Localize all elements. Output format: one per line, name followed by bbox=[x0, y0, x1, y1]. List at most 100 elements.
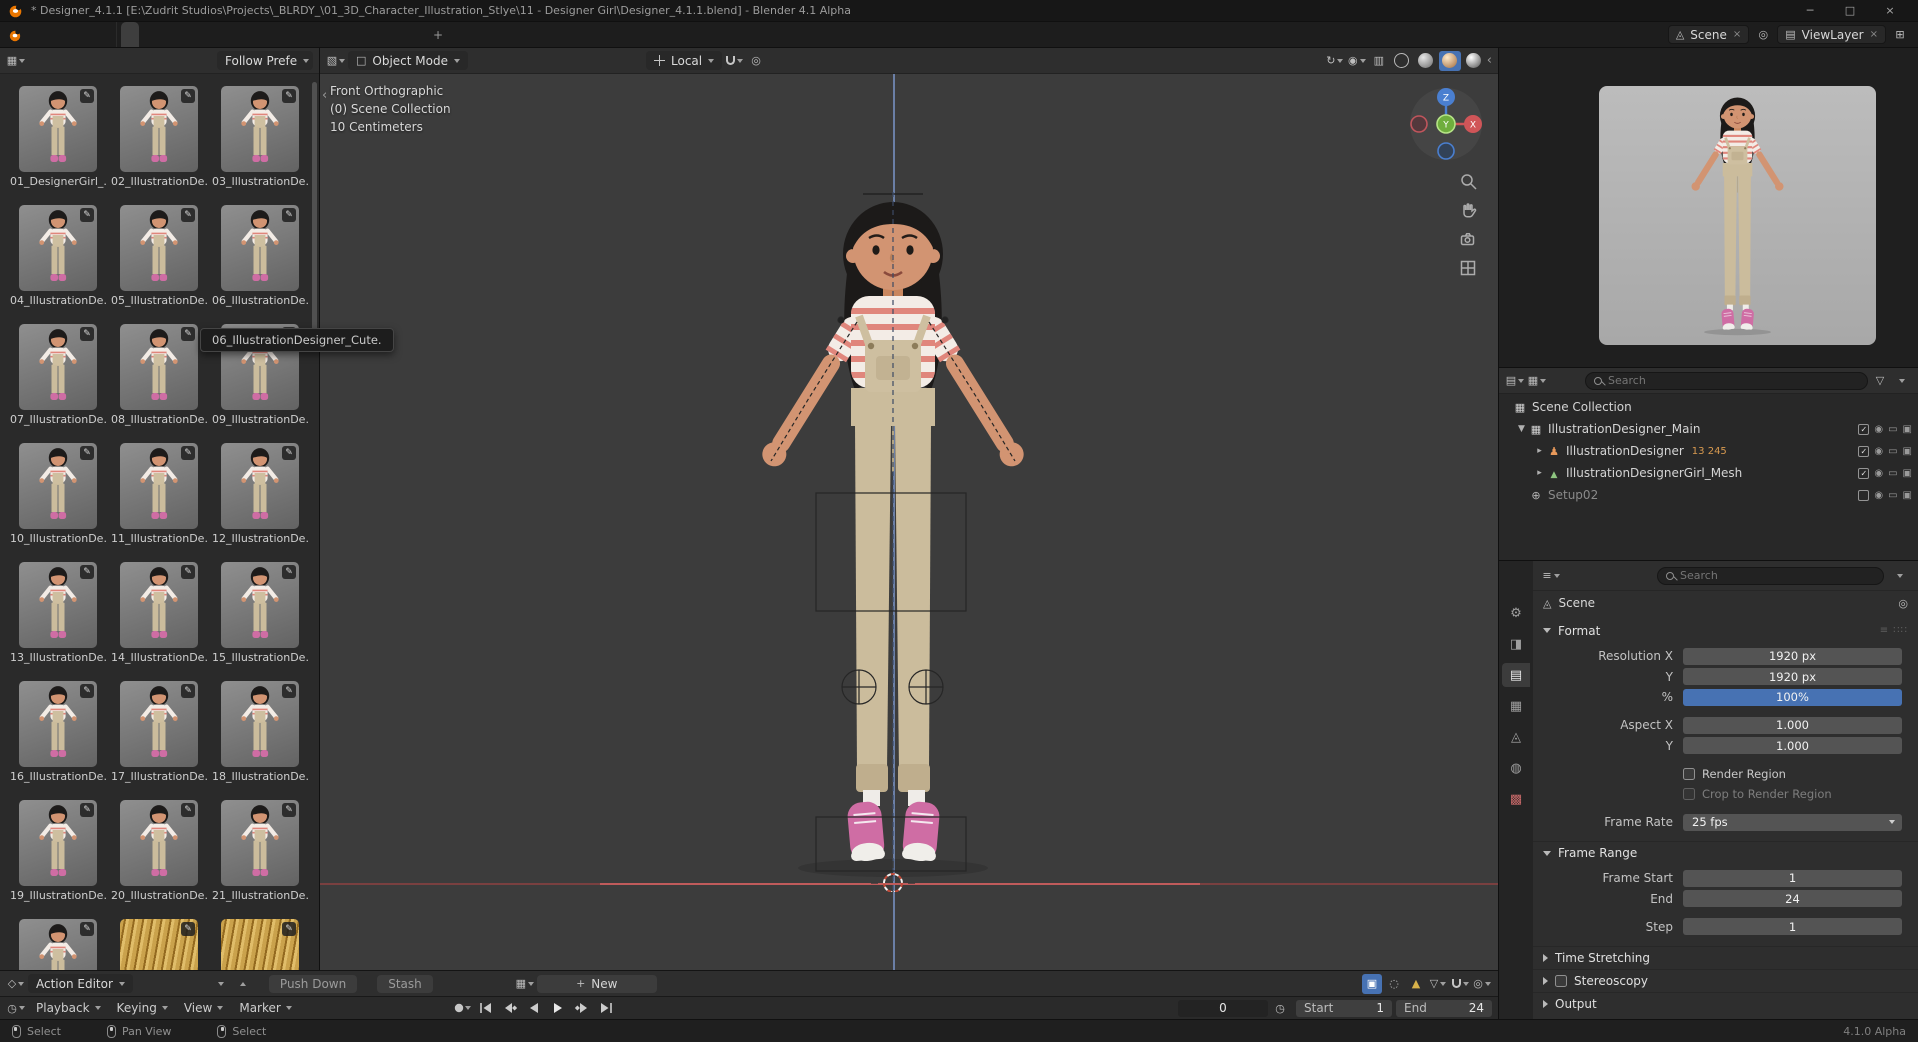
asset-scrollbar[interactable] bbox=[312, 82, 317, 332]
asset-item[interactable]: ✎ 06_IllustrationDe... bbox=[212, 205, 308, 307]
snap-dropdown[interactable] bbox=[1450, 974, 1470, 994]
properties-search[interactable] bbox=[1657, 567, 1884, 585]
asset-item[interactable]: ✎ 16_IllustrationDe... bbox=[10, 681, 106, 783]
workspace-tab[interactable] bbox=[229, 22, 247, 47]
blender-menu-button[interactable] bbox=[0, 22, 30, 47]
workspace-tab[interactable] bbox=[391, 22, 409, 47]
sidebar-toggle-icon[interactable]: ‹ bbox=[1487, 53, 1492, 68]
transform-orientation-dropdown[interactable]: Local bbox=[646, 51, 722, 70]
property-field[interactable]: 1 bbox=[1683, 870, 1902, 887]
asset-item[interactable]: ✎ 10_IllustrationDe... bbox=[10, 443, 106, 545]
asset-thumbnail[interactable]: ✎ bbox=[221, 443, 299, 529]
tab-scene[interactable]: ◬ bbox=[1502, 725, 1530, 749]
asset-thumbnail[interactable]: ✎ bbox=[120, 86, 198, 172]
filter-icon[interactable]: ▽ bbox=[1870, 371, 1890, 391]
expand-toggle-icon[interactable] bbox=[1533, 446, 1546, 456]
workspace-tab[interactable] bbox=[211, 22, 229, 47]
viewlayer-selector[interactable]: ▤ ViewLayer × bbox=[1777, 25, 1886, 44]
outliner-row[interactable]: IllustrationDesignerGirl_Mesh ◉ ▭ ▣ bbox=[1499, 462, 1918, 484]
menu-item[interactable]: Marker bbox=[231, 1001, 299, 1015]
asset-item[interactable]: ✎ 13_IllustrationDe... bbox=[10, 562, 106, 664]
shading-rendered-button[interactable] bbox=[1463, 51, 1485, 71]
menu-item[interactable] bbox=[94, 22, 110, 47]
play-button[interactable] bbox=[548, 1000, 569, 1017]
asset-item[interactable]: ✎ 12_IllustrationDe... bbox=[212, 443, 308, 545]
proportional-dropdown[interactable]: ◎ bbox=[1472, 974, 1492, 994]
proportional-editing-toggle[interactable]: ◎ bbox=[746, 51, 766, 71]
asset-thumbnail[interactable]: ✎ bbox=[120, 324, 198, 410]
show-gizmo-toggle[interactable]: ↻ bbox=[1325, 51, 1345, 71]
collapsed-section-header[interactable]: Stereoscopy bbox=[1533, 969, 1918, 992]
property-field[interactable]: 1920 px bbox=[1683, 648, 1902, 665]
asset-thumbnail[interactable]: ✎ bbox=[19, 443, 97, 529]
close-button[interactable]: × bbox=[1870, 0, 1910, 21]
asset-thumbnail[interactable]: ✎ bbox=[19, 86, 97, 172]
expand-toggle-icon[interactable] bbox=[1533, 468, 1546, 478]
asset-item[interactable]: ✎ 02_IllustrationDe... bbox=[111, 86, 207, 188]
pin-icon[interactable]: ◎ bbox=[1898, 598, 1908, 609]
frame-range-field[interactable]: Start1 bbox=[1296, 1000, 1392, 1017]
outliner-row[interactable]: IllustrationDesigner 13 245 ◉ ▭ ▣ bbox=[1499, 440, 1918, 462]
asset-thumbnail[interactable]: ✎ bbox=[120, 919, 198, 970]
property-field[interactable]: 1.000 bbox=[1683, 717, 1902, 734]
shading-material-button[interactable] bbox=[1439, 51, 1461, 71]
asset-item[interactable]: ✎ 03_IllustrationDe... bbox=[212, 86, 308, 188]
tab-tool[interactable]: ⚙ bbox=[1502, 601, 1530, 625]
menu-item[interactable] bbox=[62, 22, 78, 47]
push-down-button[interactable]: Push Down bbox=[269, 975, 357, 993]
view-axis-gizmo[interactable]: Z X Y bbox=[1408, 86, 1484, 162]
search-input[interactable] bbox=[1608, 374, 1859, 387]
remove-viewlayer-icon[interactable]: × bbox=[1870, 29, 1878, 40]
checkbox-icon[interactable] bbox=[1858, 468, 1869, 479]
current-frame-field[interactable]: 0 bbox=[1178, 1000, 1268, 1017]
play-reverse-button[interactable] bbox=[524, 1000, 545, 1017]
viewport-visibility-icon[interactable]: ▭ bbox=[1888, 446, 1897, 457]
menu-item[interactable] bbox=[46, 22, 62, 47]
workspace-tab[interactable] bbox=[139, 22, 157, 47]
import-method-dropdown[interactable]: Follow Prefe bbox=[217, 51, 313, 70]
workspace-tab[interactable] bbox=[157, 22, 175, 47]
menu-item[interactable] bbox=[78, 22, 94, 47]
toggle-grid-icon[interactable] bbox=[1459, 259, 1478, 278]
editor-type-button[interactable]: ▦ bbox=[6, 51, 26, 71]
tab-texture[interactable]: ▩ bbox=[1502, 787, 1530, 811]
next-keyframe-button[interactable] bbox=[572, 1000, 593, 1017]
asset-thumbnail[interactable]: ✎ bbox=[19, 919, 97, 970]
asset-item[interactable]: ✎ bbox=[212, 919, 308, 970]
ghost-frames-button[interactable]: ◌ bbox=[1384, 974, 1404, 994]
asset-item[interactable]: ✎ bbox=[111, 919, 207, 970]
workspace-tab[interactable] bbox=[175, 22, 193, 47]
editor-type-button[interactable]: ◇ bbox=[6, 974, 26, 994]
expand-toggle-icon[interactable] bbox=[1515, 424, 1528, 434]
workspace-tab[interactable] bbox=[265, 22, 283, 47]
tab-render[interactable]: ◨ bbox=[1502, 632, 1530, 656]
workspace-tab[interactable] bbox=[283, 22, 301, 47]
asset-item[interactable]: ✎ bbox=[10, 919, 106, 970]
toolbar-toggle-icon[interactable]: ‹ bbox=[322, 88, 327, 103]
format-section-header[interactable]: Format ≡ ∷∷ bbox=[1533, 619, 1918, 642]
maximize-button[interactable]: □ bbox=[1830, 0, 1870, 21]
eye-icon[interactable]: ◉ bbox=[1874, 446, 1883, 457]
workspace-tab[interactable] bbox=[337, 22, 355, 47]
asset-item[interactable]: ✎ 19_IllustrationDe... bbox=[10, 800, 106, 902]
properties-options-dropdown[interactable] bbox=[1890, 566, 1910, 586]
frame-range-field[interactable]: End24 bbox=[1396, 1000, 1492, 1017]
outliner-item-label[interactable]: Scene Collection bbox=[1532, 400, 1632, 414]
asset-thumbnail[interactable]: ✎ bbox=[120, 681, 198, 767]
move-channel-up-icon[interactable] bbox=[233, 974, 253, 994]
outliner-item-label[interactable]: Setup02 bbox=[1548, 488, 1598, 502]
render-camera-icon[interactable]: ▣ bbox=[1903, 468, 1912, 479]
tab-output[interactable]: ▤ bbox=[1502, 663, 1530, 687]
outliner-row[interactable]: Scene Collection ◉ ▭ ▣ bbox=[1499, 396, 1918, 418]
eye-icon[interactable]: ◉ bbox=[1874, 424, 1883, 435]
checkbox-icon[interactable] bbox=[1555, 975, 1567, 987]
asset-thumbnail[interactable]: ✎ bbox=[221, 86, 299, 172]
workspace-tab[interactable] bbox=[319, 22, 337, 47]
property-field[interactable]: 1920 px bbox=[1683, 668, 1902, 685]
snap-toggle[interactable] bbox=[724, 51, 744, 71]
checkbox-icon[interactable] bbox=[1683, 768, 1695, 780]
eye-icon[interactable]: ◉ bbox=[1874, 490, 1883, 501]
asset-item[interactable]: ✎ 14_IllustrationDe... bbox=[111, 562, 207, 664]
auto-keying-record-button[interactable] bbox=[452, 1000, 473, 1017]
unlink-scene-icon[interactable]: × bbox=[1733, 29, 1741, 40]
